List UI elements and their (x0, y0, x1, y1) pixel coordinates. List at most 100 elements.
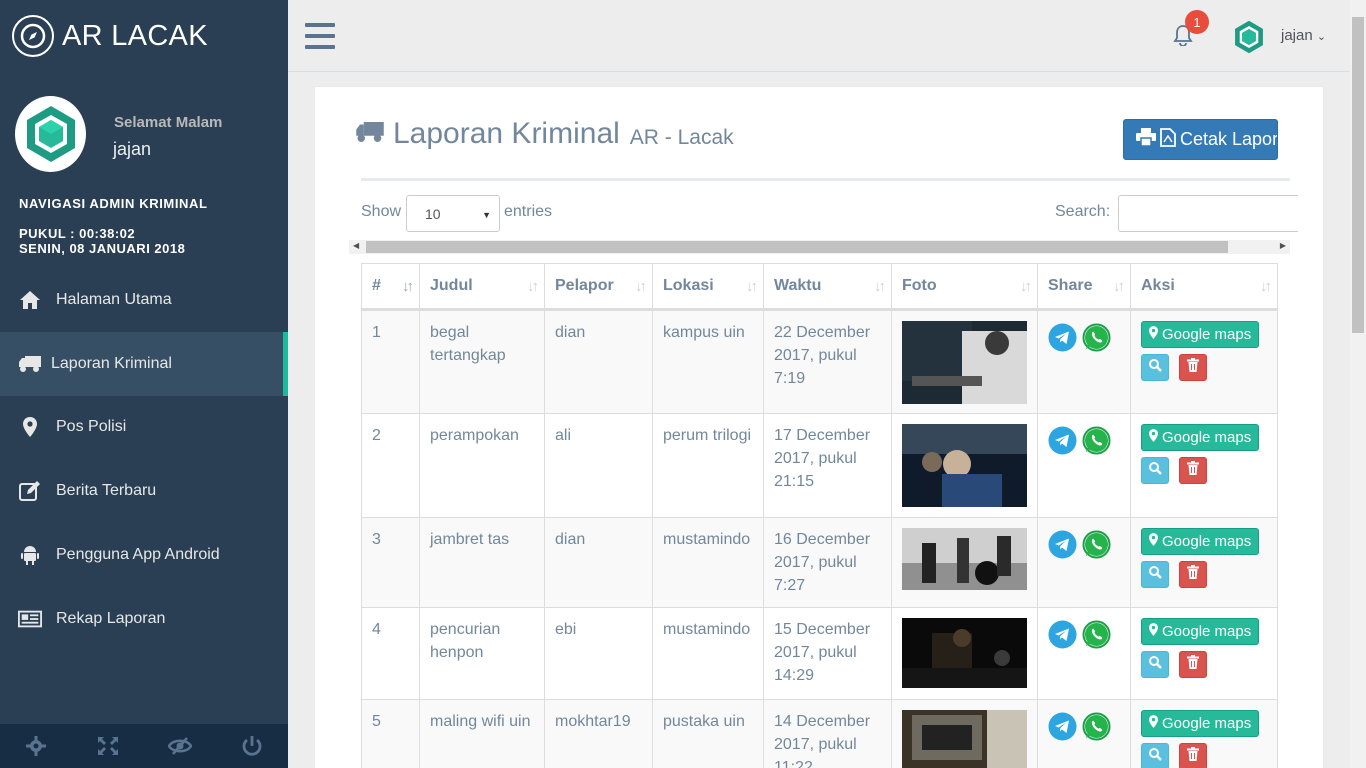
report-photo[interactable] (902, 321, 1027, 404)
cell-share (1037, 517, 1131, 608)
telegram-icon[interactable] (1048, 712, 1077, 748)
google-maps-button[interactable]: Google maps (1141, 710, 1260, 737)
print-report-button[interactable]: Cetak Laporan (1123, 119, 1278, 160)
settings-icon[interactable] (0, 724, 72, 768)
column-header-lokasi[interactable]: Lokasi ↓↑ (652, 263, 764, 311)
google-maps-label: Google maps (1162, 533, 1252, 550)
print-button-label: Cetak Laporan (1180, 129, 1278, 149)
nav-heading: NAVIGASI ADMIN KRIMINAL (19, 196, 208, 211)
vertical-scrollbar-thumb[interactable] (1352, 17, 1364, 333)
trash-icon (1187, 459, 1199, 482)
sidebar-item-halaman-utama[interactable]: Halaman Utama (0, 268, 288, 332)
view-detail-button[interactable] (1141, 743, 1169, 768)
page-subtitle: AR - Lacak (629, 126, 734, 149)
sidebar-item-pos-polisi[interactable]: Pos Polisi (0, 396, 288, 460)
eye-slash-icon[interactable] (144, 724, 216, 768)
view-detail-button[interactable] (1141, 561, 1169, 588)
google-maps-label: Google maps (1162, 623, 1252, 640)
sidebar-item-label: Pos Polisi (56, 418, 127, 436)
sidebar-footer (0, 724, 288, 768)
search-label: Search: (1055, 203, 1111, 220)
table-header-row: # ↓↑ Judul ↓↑ Pelapor ↓↑ Lokasi ↓↑ Waktu ↓↑ F… (361, 263, 1278, 311)
edit-icon (18, 479, 42, 503)
sidebar-item-berita-terbaru[interactable]: Berita Terbaru (0, 459, 288, 523)
search-icon (1148, 563, 1162, 586)
cell-no: 2 (361, 413, 420, 518)
user-avatar[interactable] (1231, 19, 1267, 55)
telegram-icon[interactable] (1048, 426, 1077, 462)
map-marker-icon (1149, 323, 1158, 346)
cell-judul: maling wifi uin (419, 699, 545, 768)
android-icon (18, 543, 42, 567)
cell-lokasi: pustaka uin (652, 699, 764, 768)
cell-aksi: Google maps (1130, 517, 1278, 608)
horizontal-scrollbar-thumb[interactable] (366, 241, 1228, 253)
whatsapp-icon[interactable] (1082, 712, 1111, 748)
column-header-foto[interactable]: Foto ↓↑ (891, 263, 1038, 311)
vertical-scrollbar[interactable] (1350, 0, 1366, 768)
delete-button[interactable] (1179, 457, 1207, 484)
notification-badge[interactable]: 1 (1185, 10, 1209, 34)
delete-button[interactable] (1179, 743, 1207, 768)
cell-aksi: Google maps (1130, 607, 1278, 700)
column-header-waktu[interactable]: Waktu ↓↑ (763, 263, 892, 311)
google-maps-button[interactable]: Google maps (1141, 618, 1260, 645)
sidebar-item-label: Laporan Kriminal (51, 354, 172, 372)
entries-label: entries (504, 203, 553, 220)
whatsapp-icon[interactable] (1082, 620, 1111, 656)
report-photo[interactable] (902, 618, 1027, 688)
brand[interactable]: AR LACAK (0, 0, 288, 72)
scroll-right-icon[interactable]: ▶ (1280, 241, 1286, 250)
column-header-share[interactable]: Share ↓↑ (1037, 263, 1131, 311)
entries-length-select[interactable]: 10 ▼ (406, 195, 500, 232)
delete-button[interactable] (1179, 651, 1207, 678)
telegram-icon[interactable] (1048, 323, 1077, 359)
map-marker-icon (18, 415, 42, 439)
sidebar-item-laporan-kriminal[interactable]: Laporan Kriminal (0, 331, 288, 396)
view-detail-button[interactable] (1141, 457, 1169, 484)
menu-toggle-icon[interactable] (305, 23, 335, 49)
delete-button[interactable] (1179, 561, 1207, 588)
delete-button[interactable] (1179, 354, 1207, 381)
google-maps-label: Google maps (1162, 715, 1252, 732)
trash-icon (1187, 356, 1199, 379)
cell-foto (891, 309, 1038, 414)
user-menu[interactable]: jajan ⌄ (1281, 27, 1326, 44)
scroll-left-icon[interactable]: ◀ (353, 241, 359, 250)
horizontal-scrollbar[interactable]: ◀ ▶ (349, 240, 1290, 254)
view-detail-button[interactable] (1141, 354, 1169, 381)
fullscreen-icon[interactable] (72, 724, 144, 768)
sidebar-item-pengguna-android[interactable]: Pengguna App Android (0, 523, 288, 587)
telegram-icon[interactable] (1048, 620, 1077, 656)
google-maps-label: Google maps (1162, 429, 1252, 446)
map-marker-icon (1149, 530, 1158, 553)
cell-no: 3 (361, 517, 420, 608)
sidebar-item-label: Rekap Laporan (56, 609, 166, 627)
cell-share (1037, 699, 1131, 768)
google-maps-button[interactable]: Google maps (1141, 528, 1260, 555)
column-header-judul[interactable]: Judul ↓↑ (419, 263, 545, 311)
whatsapp-icon[interactable] (1082, 530, 1111, 566)
search-input[interactable] (1118, 195, 1298, 232)
report-photo[interactable] (902, 424, 1027, 507)
report-photo[interactable] (902, 710, 1027, 768)
profile: Selamat Malam jajan (0, 72, 288, 190)
column-header-aksi[interactable]: Aksi ↓↑ (1130, 263, 1278, 311)
truck-icon (355, 120, 385, 149)
column-header-pelapor[interactable]: Pelapor ↓↑ (544, 263, 653, 311)
cell-waktu: 22 December 2017, pukul 7:19 (763, 309, 892, 414)
power-icon[interactable] (216, 724, 288, 768)
clock-time: PUKUL : 00:38:02 (19, 226, 136, 241)
google-maps-button[interactable]: Google maps (1141, 321, 1260, 348)
column-header-no[interactable]: # ↓↑ (361, 263, 420, 311)
telegram-icon[interactable] (1048, 530, 1077, 566)
print-icon (1136, 128, 1156, 151)
cell-no: 1 (361, 309, 420, 414)
trash-icon (1187, 653, 1199, 676)
whatsapp-icon[interactable] (1082, 426, 1111, 462)
google-maps-button[interactable]: Google maps (1141, 424, 1260, 451)
report-photo[interactable] (902, 528, 1027, 590)
whatsapp-icon[interactable] (1082, 323, 1111, 359)
view-detail-button[interactable] (1141, 651, 1169, 678)
sidebar-item-rekap-laporan[interactable]: Rekap Laporan (0, 587, 288, 651)
